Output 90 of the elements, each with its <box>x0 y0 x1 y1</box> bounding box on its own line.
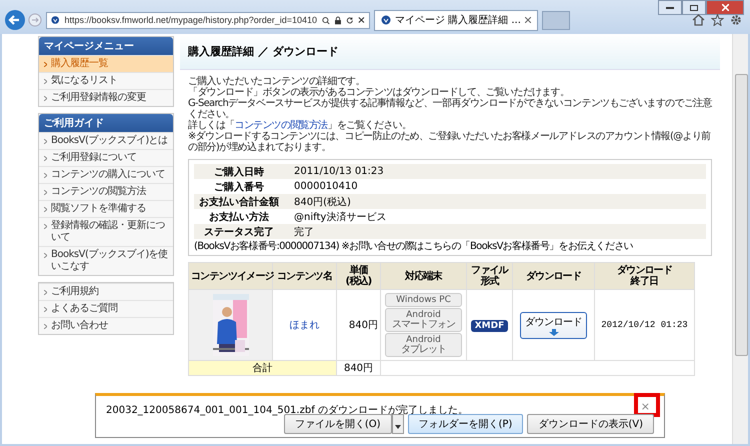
intro-text: G-Searchデータベースサービスが提供する記事情報など、一部再ダウンロードができないコンテンツもございますのでご注意ください。 <box>188 98 712 120</box>
chevron-icon <box>44 324 47 329</box>
chevron-icon <box>44 307 47 312</box>
order-value: 0000010410 <box>293 181 358 192</box>
order-label: お支払い合計金額 <box>198 196 280 208</box>
back-icon[interactable] <box>4 9 26 31</box>
sidebar-item[interactable]: ご利用規約 <box>39 283 173 300</box>
maximize-button[interactable] <box>682 0 706 15</box>
device-badge: Android スマートフォン <box>385 308 462 332</box>
intro-text: 詳しくは「コンテンツの閲覧方法」をご覧ください。 <box>188 120 412 131</box>
total-value: 840円 <box>336 360 380 376</box>
sidebar-item[interactable]: 登録情報の確認・更新について <box>39 217 173 246</box>
address-field[interactable]: https://booksv.fmworld.net/mypage/history.php?order_id=10410 <box>46 12 370 28</box>
title-link[interactable]: ほまれ <box>290 320 320 331</box>
close-icon <box>722 4 728 11</box>
star-icon[interactable] <box>711 14 724 26</box>
dropdown-button[interactable] <box>392 414 404 434</box>
price-cell: 840円 <box>336 290 380 360</box>
sidebar-item[interactable]: よくあるご質問 <box>39 300 173 317</box>
chevron-icon <box>44 224 47 229</box>
chevron-icon <box>44 79 47 84</box>
chevron-icon <box>44 190 47 195</box>
notification-button[interactable]: ダウンロードの表示(V) <box>527 414 654 434</box>
sidebar-item[interactable]: ご利用登録について <box>39 149 173 166</box>
sidebar-item[interactable]: BooksV(ブックスブイ)を使いこなす <box>39 246 173 275</box>
column-header: 対応端末 <box>404 270 444 282</box>
order-value: 2011/10/13 01:23 <box>293 166 384 177</box>
search-icon[interactable] <box>322 16 330 24</box>
minimize-icon <box>666 6 674 8</box>
refresh-icon[interactable] <box>346 16 354 24</box>
order-value: 840円(税込) <box>293 196 351 208</box>
site-icon <box>51 15 60 25</box>
chevron-icon <box>44 207 47 212</box>
sidebar-item[interactable]: ご利用登録情報の変更 <box>39 89 173 106</box>
order-label: お支払い方法 <box>208 210 270 224</box>
scrollbar[interactable] <box>732 34 748 444</box>
column-header: (税込) <box>344 276 372 287</box>
sidebar-item[interactable]: コンテンツの閲覧方法 <box>39 183 173 200</box>
format-badge: XMDF <box>470 320 508 332</box>
chevron-icon <box>44 290 47 295</box>
column-header: ダウンロード <box>616 265 674 276</box>
sidebar-item[interactable]: コンテンツの購入について <box>39 166 173 183</box>
lock-icon[interactable] <box>334 16 341 24</box>
device-badge: Android タブレット <box>385 333 462 357</box>
order-value: @nifty決済サービス <box>293 210 386 224</box>
sidebar-heading: マイページメニュー <box>39 37 173 55</box>
minimize-button[interactable] <box>658 0 682 15</box>
home-icon[interactable] <box>692 14 705 26</box>
sidebar-item[interactable]: BooksV(ブックスブイ)とは <box>39 132 173 149</box>
column-header: 単価 <box>349 265 368 276</box>
order-value: 完了 <box>293 226 314 238</box>
browser-tab[interactable]: マイページ 購入履歴詳細 ... <box>374 10 538 30</box>
sidebar-item[interactable]: 閲覧ソフトを準備する <box>39 200 173 217</box>
column-header: コンテンツ名 <box>276 270 334 282</box>
notice-text: ※ダウンロードするコンテンツには、コピー防止のため、ご登録いただいたお客様メールアドレスのアカウント情報(@より前の部分)が埋め込まれております。 <box>188 131 712 153</box>
chevron-icon <box>44 253 47 258</box>
caret-icon <box>394 424 400 428</box>
download-button[interactable]: ダウンロード <box>520 312 587 338</box>
chevron-icon <box>44 139 47 144</box>
close-button[interactable]: × <box>638 400 652 413</box>
customer-note: (BooksVお客様番号:0000007134) ※お問い合せの際はこちらの「BooksVお客様番号」をお伝えください <box>194 241 634 253</box>
chevron-icon <box>44 62 47 67</box>
notification-button[interactable]: ファイルを開く(O) <box>284 414 392 434</box>
column-header: ダウンロード <box>524 270 582 282</box>
close-icon[interactable] <box>524 17 531 23</box>
column-header: 形式 <box>479 276 500 287</box>
download-icon <box>548 328 558 336</box>
column-header: ファイル <box>470 265 510 276</box>
order-label: ステータス完了 <box>203 225 275 238</box>
help-link[interactable]: コンテンツの閲覧方法 <box>234 120 328 131</box>
site-icon <box>381 15 391 25</box>
sidebar-heading: ご利用ガイド <box>39 114 173 132</box>
chevron-icon <box>44 173 47 178</box>
chevron-icon <box>44 156 47 161</box>
notification-button[interactable]: フォルダーを開く(P) <box>408 414 524 434</box>
column-header: 終了日 <box>629 276 660 287</box>
stop-icon[interactable] <box>358 16 365 24</box>
device-badge: Windows PC <box>385 293 462 307</box>
intro-text: ご購入いただいたコンテンツの詳細です。 <box>188 76 366 87</box>
intro-text: 「ダウンロード」ボタンの表示があるコンテンツはダウンロードして、ご覧いただけます。 <box>188 87 570 98</box>
order-label: ご購入番号 <box>213 180 265 194</box>
sidebar-item[interactable]: 気になるリスト <box>39 72 173 89</box>
total-label: 合計 <box>188 360 336 376</box>
close-button[interactable] <box>706 0 744 15</box>
settings-icon[interactable] <box>730 14 742 26</box>
chevron-icon <box>44 96 47 101</box>
maximize-icon <box>690 4 698 10</box>
end-date-cell: 2012/10/12 01:23 <box>594 290 694 360</box>
sidebar-item[interactable]: お問い合わせ <box>39 317 173 334</box>
order-label: ご購入日時 <box>213 166 265 178</box>
